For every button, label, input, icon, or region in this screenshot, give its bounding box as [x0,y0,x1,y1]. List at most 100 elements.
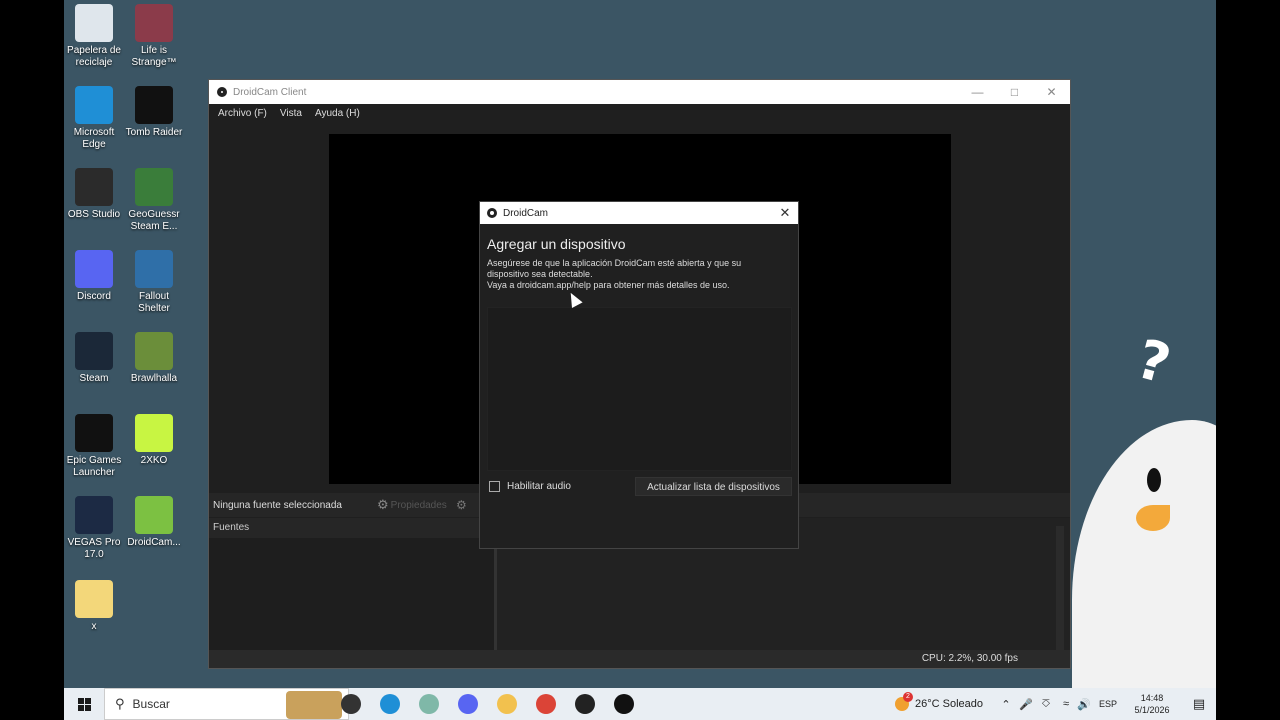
dialog-titlebar[interactable]: DroidCam ✕ [480,202,798,224]
chevron-up-icon[interactable]: ⌃ [999,688,1013,720]
properties-label: Propiedades [390,499,447,511]
desktop-icon[interactable]: Epic Games Launcher [64,414,124,479]
desktop-icon[interactable]: OBS Studio [64,168,124,221]
windows-logo-icon [77,697,91,711]
desktop-icon[interactable]: Steam [64,332,124,385]
geoguessr-icon [135,168,173,206]
search-box[interactable]: ⚲ Buscar [104,688,349,720]
desktop-icon[interactable]: Papelera de reciclaje [64,4,124,69]
discord-icon [75,250,113,288]
start-button[interactable] [74,688,94,720]
network-icon[interactable]: ≈ [1059,688,1073,720]
dialog-description: Asegúrese de que la aplicación DroidCam … [487,258,787,291]
file-explorer-icon [497,694,517,714]
taskbar-app-button[interactable] [609,688,639,720]
desktop-icon[interactable]: x [64,580,124,633]
goose-wallpaper [1072,420,1216,688]
desktop-icon[interactable]: 2XKO [124,414,184,467]
desktop-icon[interactable]: GeoGuessr Steam E... [124,168,184,233]
description-line-3: Vaya a droidcam.app/help para obtener má… [487,280,730,290]
checkbox-box[interactable] [489,481,500,492]
refresh-devices-button[interactable]: Actualizar lista de dispositivos [635,477,792,496]
taskbar: ⚲ Buscar 2 26°C Soleado ⌃ 🎤 ⎏ ≈ 🔊 ESP 14… [64,688,1216,720]
taskbar-app-button[interactable] [414,688,444,720]
minimize-button[interactable]: — [959,80,996,104]
taskbar-app-button[interactable] [336,688,366,720]
sources-title: Fuentes [209,518,495,538]
goose-eye [1147,468,1161,492]
usb-icon[interactable]: ⎏ [1039,688,1053,720]
desktop-icon-label: Discord [77,291,111,302]
taskbar-app-button[interactable] [570,688,600,720]
vegas-pro-icon [75,496,113,534]
search-icon: ⚲ [115,696,125,711]
desktop-icon-label: 2XKO [140,455,168,466]
desktop-icon[interactable]: Tomb Raider [124,86,184,139]
obs-icon [575,694,595,714]
window-title: DroidCam Client [233,86,307,98]
menu-vista[interactable]: Vista [280,108,302,119]
taskbar-app-button[interactable] [531,688,561,720]
language-indicator[interactable]: ESP [1096,688,1120,720]
properties-button[interactable]: ⚙ Propiedades [377,497,447,513]
menu-bar: Archivo (F) Vista Ayuda (H) [209,104,1070,122]
clock-time: 14:48 [1140,693,1164,703]
desktop-icon[interactable]: Brawlhalla [124,332,184,385]
sun-icon: 2 [894,692,913,711]
task-view-icon [341,694,361,714]
desktop-icon[interactable]: DroidCam... [124,496,184,549]
desktop-icon-label: DroidCam... [127,537,181,548]
desktop-icon[interactable]: VEGAS Pro 17.0 [64,496,124,561]
add-device-dialog: DroidCam ✕ Agregar un dispositivo Asegúr… [479,201,799,549]
desktop-icon-label: Steam [79,373,109,384]
desktop-icon[interactable]: Fallout Shelter [124,250,184,315]
taskbar-app-button[interactable] [492,688,522,720]
taskbar-app-button[interactable] [375,688,405,720]
gear-icon: ⚙ [377,497,389,512]
close-icon[interactable]: ✕ [777,205,793,221]
menu-archivo[interactable]: Archivo (F) [218,108,267,119]
maximize-button[interactable]: □ [996,80,1033,104]
taskbar-app-button[interactable] [453,688,483,720]
window-titlebar[interactable]: DroidCam Client — □ ✕ [209,80,1070,104]
fallout-shelter-icon [135,250,173,288]
search-placeholder: Buscar [132,697,170,711]
tablet-app-icon [419,694,439,714]
enable-audio-checkbox[interactable]: Habilitar audio [489,481,571,492]
desktop-icon[interactable]: Discord [64,250,124,303]
close-button[interactable]: ✕ [1033,80,1070,104]
edge-icon [380,694,400,714]
letterbox-left [0,0,64,720]
steam-icon [75,332,113,370]
weather-widget[interactable]: 2 26°C Soleado [889,688,989,720]
search-highlight-image [286,691,342,719]
menu-ayuda[interactable]: Ayuda (H) [315,108,360,119]
desktop-icon-label: Tomb Raider [125,127,183,138]
clock[interactable]: 14:48 5/1/2026 [1122,688,1182,720]
discord-icon [458,694,478,714]
description-line-2: dispositivo sea detectable. [487,269,593,279]
filters-icon[interactable]: ⚙ [456,498,467,512]
sources-list[interactable] [209,538,495,650]
desktop-icon[interactable]: Microsoft Edge [64,86,124,151]
brawlhalla-icon [135,332,173,370]
goose-beak [1136,505,1170,531]
volume-icon[interactable]: 🔊 [1077,688,1091,720]
droidcam-icon [217,87,227,97]
desktop-icon-label: Fallout Shelter [138,291,170,314]
microphone-icon[interactable]: 🎤 [1019,688,1033,720]
desktop-icon-label: Papelera de reciclaje [67,45,121,68]
status-bar: CPU: 2.2%, 30.00 fps [209,650,1070,668]
desktop-icon-label: Life is Strange™ [131,45,177,68]
desktop-icon[interactable]: Life is Strange™ [124,4,184,69]
scrollbar[interactable] [1056,526,1064,650]
recycle-bin-icon [75,4,113,42]
device-list[interactable] [487,307,792,471]
dialog-title: DroidCam [503,207,549,219]
notifications-icon[interactable]: ▤ [1186,688,1212,720]
tomb-raider-icon [135,86,173,124]
folder-icon [75,580,113,618]
chrome-icon [536,694,556,714]
desktop-icon-label: Epic Games Launcher [66,455,122,478]
droidcam-icon [614,694,634,714]
